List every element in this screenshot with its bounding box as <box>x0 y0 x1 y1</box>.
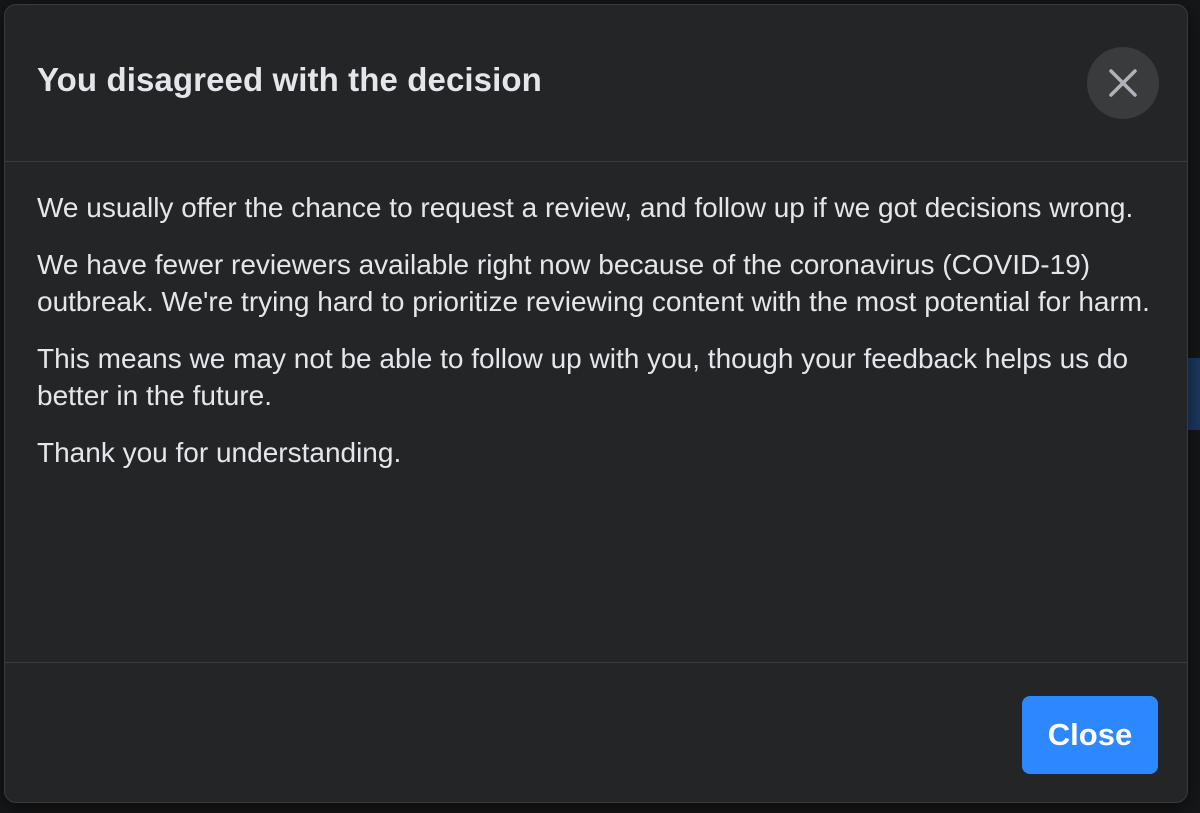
dialog-title: You disagreed with the decision <box>37 61 542 98</box>
body-paragraph-followup: This means we may not be able to follow … <box>37 343 1129 411</box>
dialog-footer: Close <box>5 662 1187 802</box>
close-button[interactable]: Close <box>1022 696 1158 774</box>
dialog-body: We usually offer the chance to request a… <box>37 189 1157 491</box>
body-paragraph-covid: We have fewer reviewers available right … <box>37 249 1150 317</box>
disagree-dialog: You disagreed with the decision We usual… <box>4 4 1188 803</box>
close-dialog-button[interactable] <box>1087 47 1159 119</box>
body-paragraph-thanks: Thank you for understanding. <box>37 437 402 468</box>
dialog-header: You disagreed with the decision <box>5 5 1187 162</box>
close-icon <box>1109 69 1137 97</box>
body-paragraph-review: We usually offer the chance to request a… <box>37 192 1134 223</box>
background-blue-edge <box>1188 358 1200 430</box>
